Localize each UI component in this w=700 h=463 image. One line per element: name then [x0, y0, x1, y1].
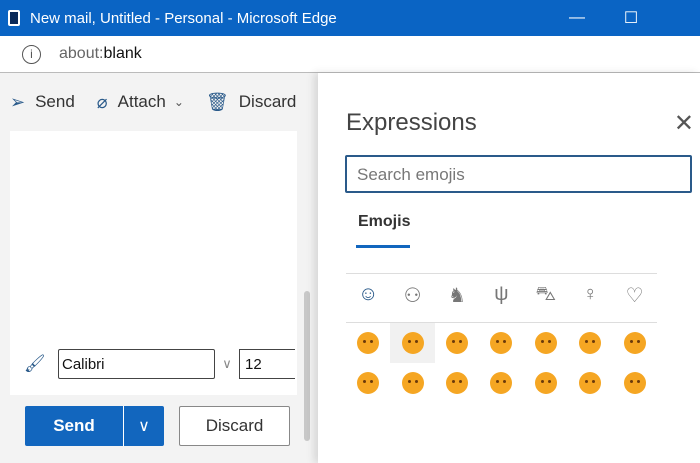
font-size-input[interactable]: 12	[239, 349, 295, 379]
url-value: blank	[103, 45, 142, 62]
font-dropdown-chevron-icon[interactable]: ∨	[215, 356, 239, 372]
kissing-face-with-smiling-eyes-icon	[623, 332, 646, 354]
toolbar-send-button[interactable]: ➢ Send	[10, 92, 75, 113]
face-with-raised-eyebrow-icon	[490, 372, 513, 394]
panel-title: Expressions	[346, 109, 477, 136]
discard-label: Discard	[238, 92, 297, 111]
format-painter-icon[interactable]: 🖌	[24, 354, 46, 374]
emoji-face-with-monocle[interactable]	[524, 363, 568, 403]
minimize-button[interactable]: —	[554, 0, 600, 36]
emoji-zany-face[interactable]	[435, 363, 479, 403]
emoji-smiling-face-with-smiling-eyes[interactable]	[346, 323, 390, 363]
emoji-kissing-face[interactable]	[568, 323, 612, 363]
emoji-kissing-face-with-smiling-eyes[interactable]	[612, 323, 656, 363]
message-body[interactable]	[10, 131, 297, 333]
address-bar[interactable]: i about:blank	[0, 36, 700, 73]
money-mouth-face-icon	[623, 372, 646, 394]
expressions-panel: Expressions ✕ Search emojis Emojis ☺ ⚇ ♞…	[318, 73, 700, 463]
scrollbar[interactable]	[301, 131, 313, 461]
emoji-winking-face-with-tongue[interactable]	[390, 363, 434, 403]
kissing-face-with-closed-eyes-icon	[357, 372, 380, 394]
people-icon[interactable]: ⚇	[390, 283, 434, 308]
emoji-money-mouth-face[interactable]	[612, 363, 656, 403]
send-options-chevron-icon[interactable]: ∨	[123, 406, 164, 446]
smiley-icon[interactable]: ☺	[346, 283, 390, 308]
kissing-face-icon	[579, 332, 602, 354]
emoji-relieved-face[interactable]	[435, 323, 479, 363]
squinting-face-with-tongue-icon	[579, 372, 602, 394]
format-bar: 🖌 Calibri ∨ 12	[10, 333, 297, 395]
close-icon[interactable]: ✕	[674, 109, 694, 138]
tab-emojis[interactable]: Emojis	[358, 213, 410, 231]
face-blowing-kiss-icon	[534, 332, 557, 354]
compose-pane: ➢ Send ⌀ Attach ⌄ 🗑 Discard 🖌 Calibri ∨ 12 S…	[0, 73, 318, 463]
send-icon: ➢	[10, 91, 26, 112]
emoji-search-input[interactable]: Search emojis	[345, 155, 692, 193]
toolbar-discard-button[interactable]: 🗑 Discard	[206, 92, 296, 113]
zany-face-icon	[445, 372, 468, 394]
trash-icon: 🗑	[205, 91, 229, 112]
car-icon[interactable]: ⛍	[524, 283, 568, 308]
toolbar-attach-button[interactable]: ⌀ Attach ⌄	[97, 92, 184, 113]
animal-icon[interactable]: ♞	[435, 283, 479, 308]
winking-face-with-tongue-icon	[401, 372, 424, 394]
lightbulb-icon[interactable]: ♀	[568, 283, 612, 308]
send-label: Send	[35, 92, 75, 111]
divider	[346, 273, 657, 274]
face-with-monocle-icon	[534, 372, 557, 394]
scrollbar-thumb[interactable]	[304, 291, 310, 441]
discard-button[interactable]: Discard	[179, 406, 290, 446]
title-bar: New mail, Untitled - Personal - Microsof…	[0, 0, 700, 36]
send-button[interactable]: Send	[25, 406, 123, 446]
emoji-squinting-face-with-tongue[interactable]	[568, 363, 612, 403]
tab-indicator	[356, 245, 410, 248]
smiling-face-with-smiling-eyes-icon	[357, 332, 380, 354]
attach-label: Attach	[117, 92, 166, 111]
font-name-input[interactable]: Calibri	[58, 349, 215, 379]
emoji-face-savoring-food[interactable]	[390, 323, 435, 363]
chevron-down-icon: ⌄	[173, 95, 184, 109]
paperclip-icon: ⌀	[96, 91, 108, 112]
emoji-kissing-face-with-closed-eyes[interactable]	[346, 363, 390, 403]
emoji-smiling-face-with-heart-eyes[interactable]	[479, 323, 523, 363]
smiling-face-with-heart-eyes-icon	[490, 332, 513, 354]
document-icon	[8, 10, 20, 26]
emoji-face-blowing-kiss[interactable]	[524, 323, 568, 363]
url-prefix: about:	[59, 45, 104, 62]
maximize-button[interactable]: ☐	[608, 0, 654, 36]
heart-icon[interactable]: ♡	[612, 283, 656, 308]
window-title: New mail, Untitled - Personal - Microsof…	[30, 9, 337, 27]
food-icon[interactable]: ψ	[479, 283, 523, 308]
face-savoring-food-icon	[401, 332, 424, 354]
relieved-face-icon	[445, 332, 468, 354]
info-icon[interactable]: i	[22, 44, 41, 64]
emoji-face-with-raised-eyebrow[interactable]	[479, 363, 523, 403]
